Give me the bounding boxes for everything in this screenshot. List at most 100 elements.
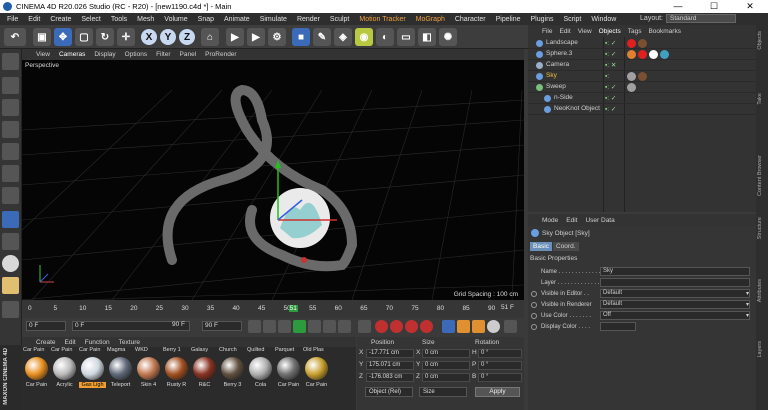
material-swatch[interactable]: Berry 1 Rusty R xyxy=(163,347,190,399)
key-rotation-icon[interactable] xyxy=(472,320,485,333)
array-icon[interactable]: ◉ xyxy=(355,28,373,46)
object-menu-view[interactable]: View xyxy=(578,28,592,35)
viewport-menu-filter[interactable]: Filter xyxy=(156,51,170,58)
material-swatch[interactable]: Car Pain Car Pain xyxy=(23,347,50,399)
gizmo-handle[interactable] xyxy=(301,257,307,263)
object-menu-edit[interactable]: Edit xyxy=(559,28,570,35)
menu-pipeline[interactable]: Pipeline xyxy=(491,16,526,23)
attribute-menu-edit[interactable]: Edit xyxy=(566,217,577,224)
material-menu-edit[interactable]: Edit xyxy=(65,339,76,346)
object-name[interactable]: Camera xyxy=(546,60,569,70)
material-swatch[interactable]: Old Plas Car Pain xyxy=(303,347,330,399)
next-key-icon[interactable] xyxy=(323,320,336,333)
object-tag-icon[interactable] xyxy=(649,50,658,59)
previous-frame-icon[interactable] xyxy=(278,320,291,333)
menu-sculpt[interactable]: Sculpt xyxy=(325,16,354,23)
attribute-value-field[interactable] xyxy=(600,278,750,287)
key-param-icon[interactable] xyxy=(487,320,500,333)
render-picture-viewer-icon[interactable]: ▶ xyxy=(247,28,265,46)
object-tag-icon[interactable] xyxy=(627,39,636,48)
viewport-menu-prorender[interactable]: ProRender xyxy=(205,51,236,58)
object-name[interactable]: n-Side xyxy=(554,93,573,103)
menu-mograph[interactable]: MoGraph xyxy=(411,16,450,23)
make-editable-icon[interactable] xyxy=(2,53,19,70)
key-position-icon[interactable] xyxy=(442,320,455,333)
menu-script[interactable]: Script xyxy=(558,16,586,23)
floor-icon[interactable]: ▭ xyxy=(397,28,415,46)
live-select-icon[interactable]: ▣ xyxy=(33,28,51,46)
dropdown-arrow-icon[interactable]: ▾ xyxy=(746,289,749,299)
go-to-end-icon[interactable] xyxy=(338,320,351,333)
right-tab-take[interactable]: Take xyxy=(757,93,763,105)
keyframe-selection-icon[interactable] xyxy=(405,320,418,333)
subdivision-icon[interactable]: ◈ xyxy=(334,28,352,46)
menu-plugins[interactable]: Plugins xyxy=(526,16,559,23)
timeline-menu-icon[interactable] xyxy=(504,320,517,333)
max-frame-field[interactable]: 90 F xyxy=(202,321,242,331)
viewport-menu-panel[interactable]: Panel xyxy=(180,51,197,58)
cube-object-icon[interactable]: ■ xyxy=(292,28,310,46)
render-view-icon[interactable]: ▶ xyxy=(226,28,244,46)
workplane-icon[interactable] xyxy=(2,121,19,138)
menu-render[interactable]: Render xyxy=(292,16,325,23)
object-tag-icon[interactable] xyxy=(627,72,636,81)
menu-select[interactable]: Select xyxy=(76,16,105,23)
rotate-tool-icon[interactable]: ↻ xyxy=(96,28,114,46)
right-tab-content-browser[interactable]: Content Browser xyxy=(757,155,763,196)
object-tag-icon[interactable] xyxy=(627,50,636,59)
material-swatch[interactable]: Church Berry 3 xyxy=(219,347,246,399)
animate-radio[interactable] xyxy=(531,302,537,308)
object-row[interactable]: Camera ▪: ✕ xyxy=(528,60,756,71)
object-row[interactable]: Sweep ▪: ✓ xyxy=(528,82,756,93)
animate-radio[interactable] xyxy=(531,291,537,297)
coordinate-system-icon[interactable]: ⌂ xyxy=(201,28,219,46)
menu-mesh[interactable]: Mesh xyxy=(132,16,159,23)
object-row[interactable]: Sky ▪: xyxy=(528,71,756,82)
dropdown-arrow-icon[interactable]: ▾ xyxy=(746,300,749,310)
loop-icon[interactable] xyxy=(358,320,371,333)
menu-snap[interactable]: Snap xyxy=(193,16,219,23)
material-swatch[interactable]: Galaxy R&C xyxy=(191,347,218,399)
attribute-menu-user-data[interactable]: User Data xyxy=(585,217,614,224)
auto-key-icon[interactable] xyxy=(390,320,403,333)
object-name[interactable]: Sky xyxy=(546,71,557,81)
position-field[interactable]: 175.071 cm xyxy=(366,361,414,370)
object-menu-bookmarks[interactable]: Bookmarks xyxy=(648,28,681,35)
polygons-mode-icon[interactable] xyxy=(2,187,19,204)
tweak-mode-icon[interactable] xyxy=(2,233,19,250)
x-axis-button[interactable]: X xyxy=(141,29,157,45)
tab-coord[interactable]: Coord. xyxy=(553,242,579,251)
menu-volume[interactable]: Volume xyxy=(159,16,192,23)
close-button[interactable]: ✕ xyxy=(732,0,768,13)
rotation-field[interactable]: 0 ° xyxy=(478,361,522,370)
right-tab-layers[interactable]: Layers xyxy=(757,341,763,358)
size-field[interactable]: 0 cm xyxy=(422,349,470,358)
lock-workplane-icon[interactable] xyxy=(2,301,19,318)
camera-icon[interactable]: ◧ xyxy=(418,28,436,46)
tab-basic[interactable]: Basic xyxy=(530,242,552,251)
coordinate-mode-dropdown[interactable]: Object (Rel) xyxy=(365,387,413,397)
scale-tool-icon[interactable]: ▢ xyxy=(75,28,93,46)
object-menu-tags[interactable]: Tags xyxy=(628,28,642,35)
material-menu-function[interactable]: Function xyxy=(85,339,110,346)
animate-radio[interactable] xyxy=(531,324,537,330)
animate-radio[interactable] xyxy=(531,313,537,319)
object-tag-icon[interactable] xyxy=(627,83,636,92)
object-row[interactable]: Sphere.3 ▪: ✓ xyxy=(528,49,756,60)
attribute-value-field[interactable]: Default xyxy=(600,300,750,309)
viewport-menu-options[interactable]: Options xyxy=(125,51,147,58)
size-mode-dropdown[interactable]: Size xyxy=(419,387,467,397)
object-tag-icon[interactable] xyxy=(638,39,647,48)
snap-icon[interactable] xyxy=(2,255,19,272)
viewport-menu-view[interactable]: View xyxy=(36,51,50,58)
play-icon[interactable] xyxy=(293,320,306,333)
edges-mode-icon[interactable] xyxy=(2,165,19,182)
record-icon[interactable] xyxy=(375,320,388,333)
y-axis-button[interactable]: Y xyxy=(160,29,176,45)
position-field[interactable]: -17.771 cm xyxy=(366,349,414,358)
material-swatch[interactable]: Parquet Car Pain xyxy=(275,347,302,399)
position-field[interactable]: -176.083 cm xyxy=(366,373,414,382)
menu-create[interactable]: Create xyxy=(45,16,76,23)
material-swatch[interactable]: Car Pain Acrylic xyxy=(51,347,78,399)
dropdown-arrow-icon[interactable]: ▾ xyxy=(746,311,749,321)
